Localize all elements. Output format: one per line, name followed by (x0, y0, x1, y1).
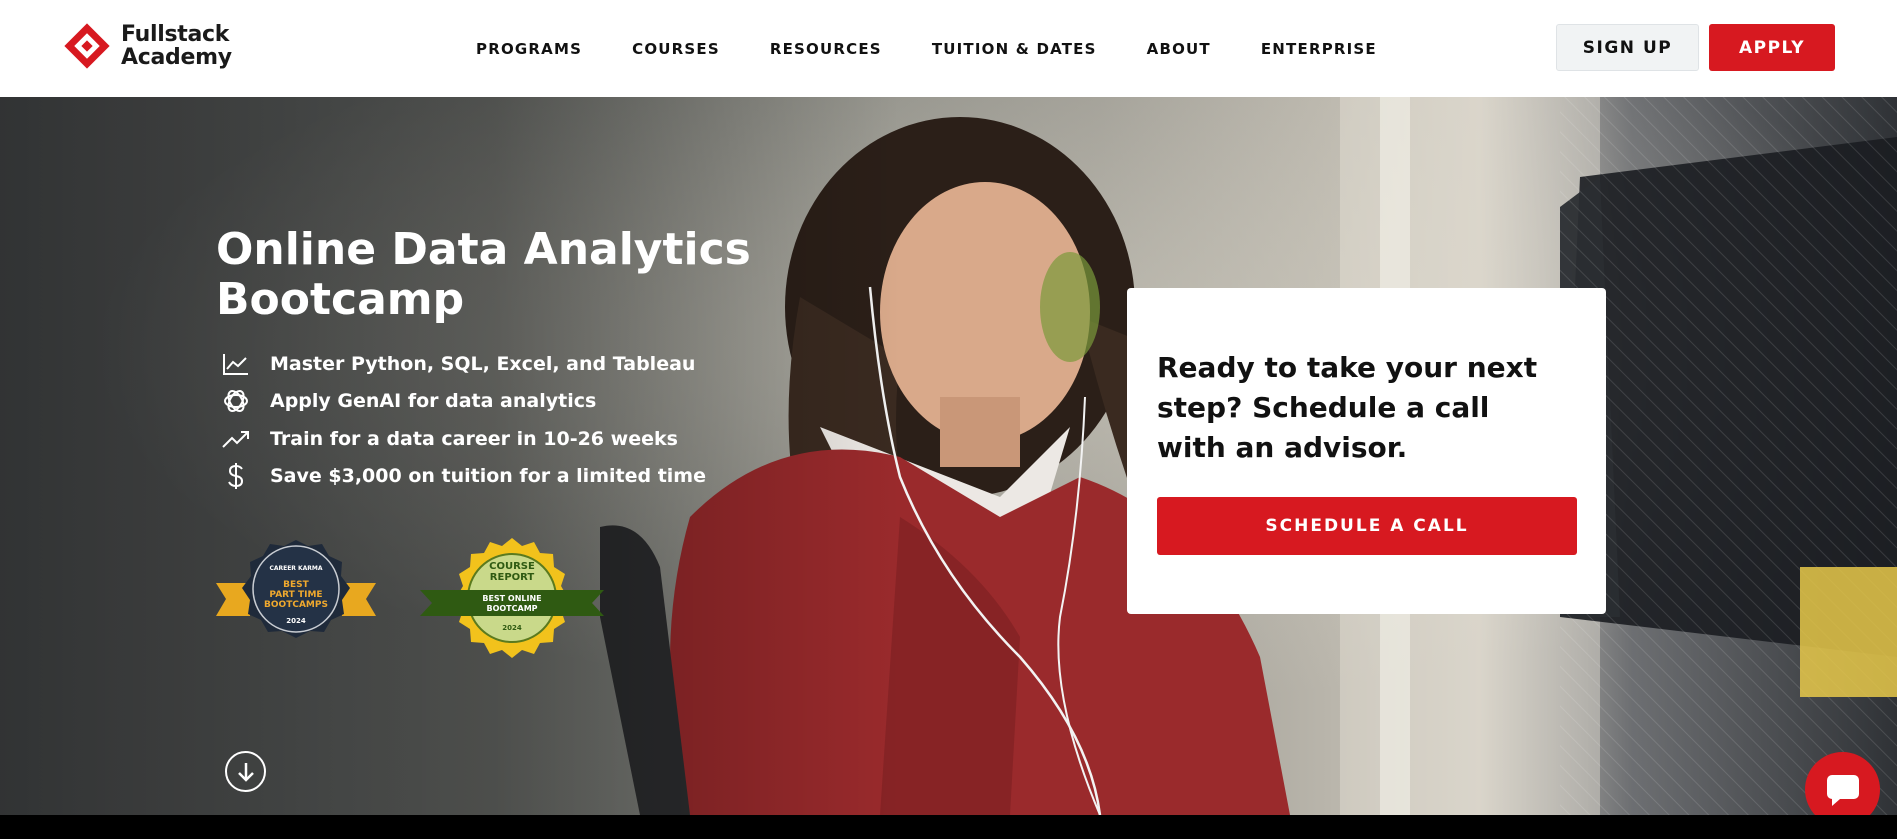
feature-item: Master Python, SQL, Excel, and Tableau (220, 345, 706, 383)
card-title: Ready to take your next step? Schedule a… (1157, 351, 1538, 464)
career-karma-line-2: PART TIME (269, 590, 322, 600)
line-chart-icon (220, 348, 252, 380)
sign-up-button[interactable]: SIGN UP (1556, 24, 1699, 71)
scroll-down-button[interactable] (225, 751, 266, 792)
dollar-icon (220, 460, 252, 492)
feature-text: Apply GenAI for data analytics (270, 390, 597, 413)
nav-about[interactable]: ABOUT (1147, 40, 1211, 58)
feature-text: Train for a data career in 10-26 weeks (270, 427, 678, 450)
career-karma-line-1: BEST (283, 580, 309, 590)
openai-icon (220, 385, 252, 417)
nav-tuition-dates[interactable]: TUITION & DATES (932, 40, 1097, 58)
chat-icon (1826, 774, 1859, 806)
logo-line-2: Academy (121, 45, 232, 70)
schedule-call-button[interactable]: SCHEDULE A CALL (1157, 497, 1577, 555)
nav-programs[interactable]: PROGRAMS (476, 40, 582, 58)
fullstack-logo-icon (64, 23, 110, 69)
apply-button[interactable]: APPLY (1709, 24, 1835, 71)
course-report-badge: COURSE REPORT BEST ONLINE BOOTCAMP 2024 (420, 538, 604, 658)
course-report-ribbon-1: BEST ONLINE (482, 594, 541, 603)
nav-enterprise[interactable]: ENTERPRISE (1261, 40, 1377, 58)
arrow-down-icon (237, 762, 254, 782)
trending-up-icon (220, 423, 252, 455)
main-nav: PROGRAMS COURSES RESOURCES TUITION & DAT… (476, 0, 1427, 97)
feature-item: Train for a data career in 10-26 weeks (220, 420, 706, 458)
feature-item: Apply GenAI for data analytics (220, 383, 706, 421)
logo[interactable]: Fullstack Academy (63, 22, 232, 70)
nav-courses[interactable]: COURSES (632, 40, 720, 58)
career-karma-year: 2024 (286, 617, 306, 625)
course-report-year: 2024 (502, 624, 522, 632)
logo-line-1: Fullstack (121, 22, 230, 47)
career-karma-badge: CAREER KARMA BEST PART TIME BOOTCAMPS 20… (216, 540, 376, 638)
course-report-line-1: COURSE (489, 561, 535, 572)
nav-resources[interactable]: RESOURCES (770, 40, 882, 58)
hero-section: Online Data Analytics Bootcamp Master Py… (0, 97, 1897, 815)
course-report-line-2: REPORT (490, 572, 535, 583)
feature-list: Master Python, SQL, Excel, and Tableau A… (220, 345, 706, 495)
logo-text: Fullstack Academy (121, 23, 232, 69)
bottom-bar (0, 815, 1897, 839)
career-karma-brand: CAREER KARMA (269, 565, 322, 572)
feature-text: Master Python, SQL, Excel, and Tableau (270, 352, 696, 375)
schedule-call-card: Ready to take your next step? Schedule a… (1127, 288, 1606, 614)
course-report-ribbon-2: BOOTCAMP (486, 604, 537, 613)
career-karma-line-3: BOOTCAMPS (264, 600, 328, 610)
hero-title: Online Data Analytics Bootcamp (216, 224, 751, 325)
site-header: Fullstack Academy PROGRAMS COURSES RESOU… (0, 0, 1897, 97)
feature-item: Save $3,000 on tuition for a limited tim… (220, 458, 706, 496)
feature-text: Save $3,000 on tuition for a limited tim… (270, 465, 706, 488)
